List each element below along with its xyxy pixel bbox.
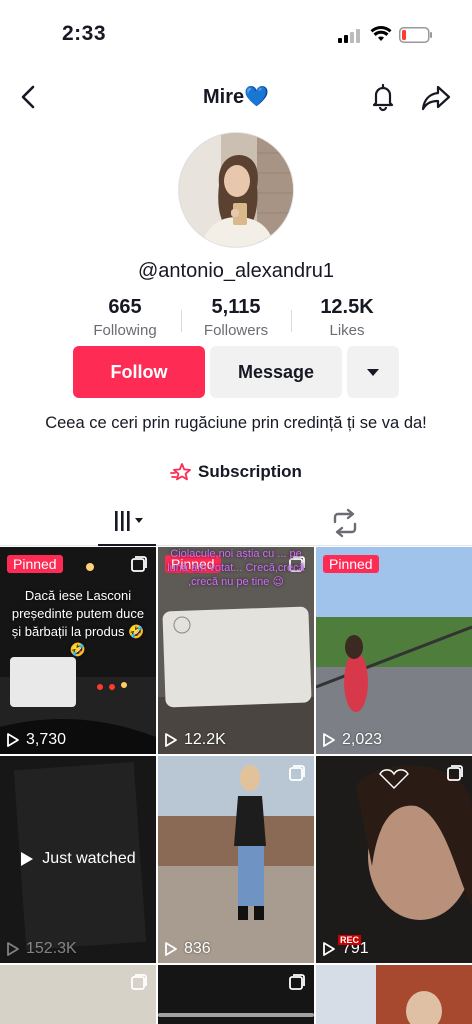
view-count: 152.3K <box>6 940 77 958</box>
video-thumbnail <box>158 756 314 963</box>
play-icon <box>165 733 177 747</box>
followers-stat[interactable]: 5,115 Followers <box>181 296 291 339</box>
video-tile[interactable]: Pinned 2,023 <box>316 547 472 754</box>
caret-down-icon <box>367 368 379 376</box>
video-caption-overlay: Ciolacule,noi aștia cu ... pe lună am vo… <box>167 548 305 588</box>
more-options-button[interactable] <box>347 346 399 398</box>
follow-button[interactable]: Follow <box>73 346 205 398</box>
profile-avatar[interactable] <box>178 132 294 248</box>
play-icon <box>323 942 335 956</box>
notification-bell-icon[interactable] <box>368 82 398 112</box>
video-thumbnail <box>316 547 472 754</box>
share-arrow-icon[interactable] <box>420 82 452 112</box>
profile-header: Mire💙 <box>0 70 472 126</box>
photo-carousel-icon <box>131 556 147 572</box>
subscription-label: Subscription <box>198 462 302 481</box>
home-indicator <box>158 1013 314 1017</box>
view-count-value: 152.3K <box>26 940 77 957</box>
video-tile[interactable] <box>0 965 156 1024</box>
view-count: 836 <box>164 940 211 958</box>
subscription-link[interactable]: Subscription <box>0 462 472 482</box>
content-tabs <box>0 500 472 546</box>
view-count-value: 2,023 <box>342 731 383 748</box>
just-watched-text: Just watched <box>42 850 136 867</box>
play-icon <box>165 942 177 956</box>
video-grid: Pinned Dacă iese Lasconi președinte pute… <box>0 547 472 1024</box>
profile-stats: 665 Following 5,115 Followers 12.5K Like… <box>70 296 402 344</box>
photo-carousel-icon <box>131 974 147 990</box>
message-button[interactable]: Message <box>210 346 342 398</box>
rec-badge: REC <box>338 935 362 945</box>
photo-carousel-icon <box>289 765 305 781</box>
play-icon <box>323 733 335 747</box>
videos-grid-icon <box>115 511 143 531</box>
following-count: 665 <box>108 296 142 318</box>
video-caption-overlay: Dacă iese Lasconi președinte putem duce … <box>11 588 145 657</box>
cellular-signal-icon <box>338 27 362 43</box>
video-tile[interactable]: 791 REC <box>316 756 472 963</box>
likes-stat[interactable]: 12.5K Likes <box>292 296 402 339</box>
photo-carousel-icon <box>447 765 463 781</box>
video-tile[interactable]: Pinned Dacă iese Lasconi președinte pute… <box>0 547 156 754</box>
followers-count: 5,115 <box>211 296 261 318</box>
photo-carousel-icon <box>289 974 305 990</box>
followers-label: Followers <box>203 322 269 339</box>
video-tile[interactable]: 836 <box>158 756 314 963</box>
play-icon <box>7 942 19 956</box>
pinned-badge: Pinned <box>323 555 379 573</box>
video-tile[interactable] <box>316 965 472 1024</box>
pinned-badge: Pinned <box>7 555 63 573</box>
username: @antonio_alexandru1 <box>137 260 334 282</box>
play-icon <box>7 733 19 747</box>
view-count: 3,730 <box>6 731 66 749</box>
status-bar: 2:33 <box>0 0 472 64</box>
likes-count: 12.5K <box>320 296 374 318</box>
video-thumbnail <box>316 965 472 1024</box>
subscription-star-icon <box>170 463 191 481</box>
view-count-value: 3,730 <box>26 731 67 748</box>
play-filled-icon <box>21 852 34 866</box>
video-tile[interactable]: Pinned Ciolacule,noi aștia cu ... pe lun… <box>158 547 314 754</box>
active-tab-indicator <box>98 544 156 546</box>
battery-icon <box>399 27 432 43</box>
video-tile[interactable]: Just watched 152.3K <box>0 756 156 963</box>
repost-icon[interactable] <box>326 508 364 538</box>
view-count-value: 12.2K <box>184 731 226 748</box>
status-time: 2:33 <box>62 22 107 45</box>
likes-label: Likes <box>329 322 365 339</box>
wifi-icon <box>370 25 392 41</box>
just-watched-label: Just watched <box>0 850 156 868</box>
profile-bio: Ceea ce ceri prin rugăciune prin credinț… <box>45 414 427 432</box>
view-count: 12.2K <box>164 731 226 749</box>
following-label: Following <box>93 322 157 339</box>
page-title: Mire💙 <box>202 86 270 108</box>
following-stat[interactable]: 665 Following <box>70 296 180 339</box>
video-thumbnail <box>316 756 472 963</box>
tab-videos[interactable] <box>98 508 156 546</box>
view-count-value: 836 <box>184 940 211 957</box>
view-count: 2,023 <box>322 731 382 749</box>
